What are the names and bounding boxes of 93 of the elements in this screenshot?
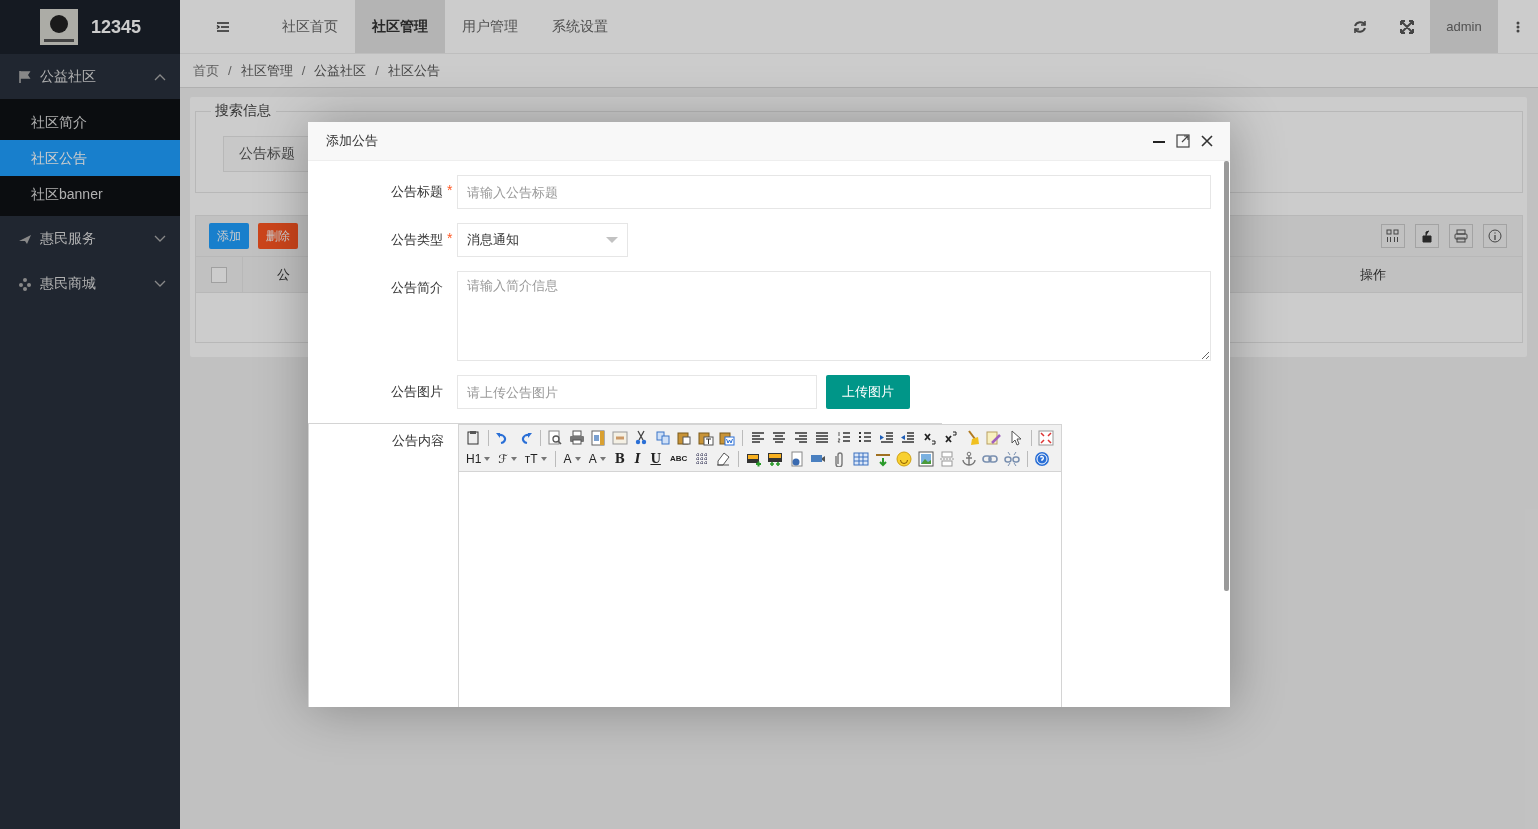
sidebar-item[interactable]: 公益社区: [0, 54, 180, 99]
print-icon: [1454, 229, 1468, 243]
image-path-input[interactable]: 请上传公告图片: [457, 375, 817, 409]
scrollbar[interactable]: [1224, 161, 1229, 591]
font-size-dropdown[interactable]: ᴛT: [523, 448, 539, 469]
user-menu[interactable]: admin: [1430, 0, 1498, 53]
rich-text-editor[interactable]: H1 ℱ ᴛT A A B I U ABC: [458, 424, 1062, 707]
avatar-icon: [40, 9, 78, 45]
font-family-dropdown[interactable]: ℱ: [497, 448, 509, 469]
flash-icon[interactable]: [789, 450, 805, 467]
template-icon[interactable]: [590, 429, 607, 446]
images-icon[interactable]: [767, 450, 784, 467]
grid-icon[interactable]: [694, 450, 710, 467]
table-tool-button[interactable]: [1415, 224, 1439, 248]
maximize-icon[interactable]: [1176, 134, 1190, 148]
dialog-title: 添加公告: [326, 132, 378, 150]
breadcrumb-link[interactable]: 公益社区: [314, 61, 367, 80]
title-input[interactable]: 请输入公告标题: [457, 175, 1211, 209]
font-color-dropdown[interactable]: A: [562, 448, 573, 469]
field-label: 公告内容: [391, 432, 444, 450]
clipboard-icon[interactable]: [464, 429, 481, 446]
fullscreen-icon[interactable]: [1038, 429, 1055, 446]
caret-icon: [599, 456, 606, 461]
eraser-icon[interactable]: [715, 450, 732, 467]
refresh-icon[interactable]: [1352, 19, 1367, 34]
anchor-icon[interactable]: [961, 450, 977, 467]
column-header: 公: [276, 265, 290, 284]
breadcrumb-separator: /: [228, 63, 232, 78]
smiley-icon[interactable]: [896, 450, 913, 467]
unlink-icon[interactable]: [1004, 450, 1020, 467]
flower-icon: [18, 276, 32, 291]
caret-icon: [540, 456, 547, 461]
submenu-item[interactable]: 社区banner: [0, 176, 180, 212]
paste-text-icon[interactable]: [697, 429, 714, 446]
help-icon[interactable]: [1034, 450, 1051, 467]
field-label: 公告标题: [223, 136, 311, 172]
caret-icon: [510, 456, 517, 461]
numbered-list-icon[interactable]: [835, 429, 852, 446]
paste-icon[interactable]: [676, 429, 693, 446]
underline-button[interactable]: U: [649, 448, 662, 469]
heading-dropdown[interactable]: H1: [465, 448, 483, 469]
breadcrumb-link[interactable]: 社区管理: [240, 61, 293, 80]
bold-button[interactable]: B: [613, 448, 626, 469]
field-label: 公告简介: [390, 279, 443, 297]
highlight-dropdown[interactable]: A: [587, 448, 598, 469]
menu-icon[interactable]: [215, 20, 230, 33]
export-icon: [1420, 229, 1434, 243]
breadcrumb-link[interactable]: 首页: [193, 61, 219, 80]
expand-icon[interactable]: [1399, 19, 1414, 34]
search-legend: 搜索信息: [211, 102, 276, 120]
type-select[interactable]: 消息通知: [457, 223, 628, 257]
paste-word-icon[interactable]: [719, 429, 736, 446]
info-icon: [1488, 229, 1502, 243]
italic-button[interactable]: I: [633, 448, 642, 469]
nav-tab[interactable]: 社区首页: [265, 0, 355, 53]
strikethrough-button[interactable]: ABC: [668, 448, 689, 469]
close-icon[interactable]: [1200, 134, 1214, 148]
sidebar-item[interactable]: 惠民服务: [0, 216, 180, 261]
logo-text: 12345: [91, 16, 142, 38]
print-icon[interactable]: [568, 429, 585, 446]
pencil-icon[interactable]: [986, 429, 1003, 446]
breadcrumb-link[interactable]: 社区公告: [387, 61, 440, 80]
field-label: 公告标题: [390, 183, 443, 201]
table-tool-button[interactable]: [1381, 224, 1405, 248]
align-center-icon[interactable]: [771, 429, 788, 446]
align-left-icon[interactable]: [749, 429, 766, 446]
caret-icon: [574, 456, 581, 461]
table-tool-button[interactable]: [1483, 224, 1507, 248]
required-mark: *: [447, 182, 453, 198]
sidebar-item[interactable]: 惠民商城: [0, 261, 180, 306]
submenu-item[interactable]: 社区简介: [0, 104, 180, 140]
required-mark: *: [447, 230, 453, 246]
column-header: 操作: [1360, 265, 1386, 284]
outdent-icon[interactable]: [900, 429, 917, 446]
flag-icon: [18, 69, 32, 84]
field-label: 公告类型: [390, 231, 443, 249]
breadcrumb-separator: /: [301, 63, 306, 78]
breadcrumb-separator: /: [375, 63, 379, 78]
more-icon[interactable]: [1516, 20, 1520, 33]
justify-icon[interactable]: [814, 429, 831, 446]
upload-button[interactable]: 上传图片: [826, 375, 910, 409]
checkbox[interactable]: [211, 266, 227, 283]
indent-icon[interactable]: [878, 429, 895, 446]
nav-tab[interactable]: 社区管理: [355, 0, 445, 53]
nav-tab[interactable]: 系统设置: [535, 0, 625, 53]
preview-icon[interactable]: [547, 429, 564, 446]
caret-icon: [484, 456, 491, 461]
field-label: 公告图片: [390, 383, 443, 401]
align-right-icon[interactable]: [792, 429, 809, 446]
summary-textarea[interactable]: 请输入简介信息: [457, 271, 1211, 361]
dropdown-arrow-icon: [606, 237, 618, 243]
nav-tab[interactable]: 用户管理: [445, 0, 535, 53]
columns-icon: [1386, 229, 1400, 243]
